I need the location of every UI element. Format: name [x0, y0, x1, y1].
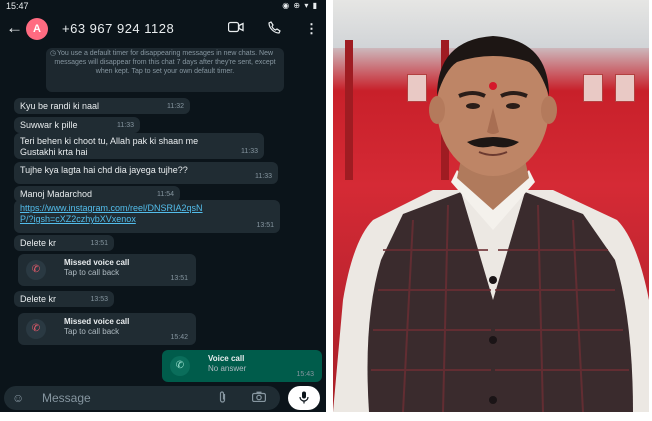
- attach-icon[interactable]: [218, 391, 227, 407]
- contact-name[interactable]: +63 967 924 1128: [62, 21, 174, 36]
- man-portrait: [333, 36, 649, 412]
- message-time: 13:53: [90, 296, 108, 303]
- status-bar: 15:47 ◉ ⊕ ▾ ▮: [0, 0, 326, 13]
- video-call-icon[interactable]: [227, 21, 244, 36]
- message-time: 11:33: [117, 122, 134, 129]
- call-title: Missed voice call: [64, 317, 130, 326]
- message-link[interactable]: https://www.instagram.com/reel/DNSRIA2qs…: [20, 203, 216, 225]
- arrow-back-icon[interactable]: ←: [6, 19, 23, 36]
- message-bubble[interactable]: Kyu be randi ki naal 11:32: [14, 98, 190, 114]
- status-icons: ◉ ⊕ ▾ ▮: [282, 1, 318, 10]
- message-text: Tujhe kya lagta hai chd dia jayega tujhe…: [20, 165, 188, 175]
- camera-icon[interactable]: [252, 391, 267, 405]
- message-time: 11:33: [241, 148, 258, 155]
- message-text: Suwwar k pille: [20, 120, 78, 130]
- missed-call-icon: ✆: [26, 319, 46, 339]
- disappearing-messages-notice[interactable]: ◷ You use a default timer for disappeari…: [46, 48, 284, 92]
- message-bubble[interactable]: Suwwar k pille 11:33: [14, 117, 140, 133]
- message-bubble[interactable]: Delete kr 13:51: [14, 235, 114, 251]
- message-time: 11:33: [255, 173, 272, 180]
- avatar[interactable]: A: [26, 18, 48, 40]
- chat-header: ← A +63 967 924 1128 ⋮: [0, 13, 326, 45]
- missed-call-bubble[interactable]: ✆ Missed voice call Tap to call back 15:…: [18, 313, 196, 345]
- message-bubble[interactable]: https://www.instagram.com/reel/DNSRIA2qs…: [14, 200, 280, 233]
- message-time: 13:51: [90, 240, 108, 247]
- message-input[interactable]: Message: [42, 391, 91, 405]
- message-text: Delete kr: [20, 294, 57, 304]
- microphone-button[interactable]: [288, 386, 320, 410]
- portrait-photo: [333, 0, 649, 412]
- missed-call-bubble[interactable]: ✆ Missed voice call Tap to call back 13:…: [18, 254, 196, 286]
- status-time: 15:47: [6, 1, 29, 11]
- call-title: Voice call: [208, 354, 245, 363]
- missed-call-icon: ✆: [26, 260, 46, 280]
- outgoing-call-bubble[interactable]: ✆ Voice call No answer 15:43: [162, 350, 322, 382]
- call-subtitle: Tap to call back: [64, 327, 120, 336]
- call-subtitle: Tap to call back: [64, 268, 120, 277]
- message-bubble[interactable]: Tujhe kya lagta hai chd dia jayega tujhe…: [14, 162, 278, 184]
- message-text: Teri behen ki choot tu, Allah pak ki sha…: [20, 136, 199, 157]
- chat-screenshot: 15:47 ◉ ⊕ ▾ ▮ ← A +63 967 924 1128 ⋮ ◷ Y…: [0, 0, 326, 412]
- timer-icon: ◷: [50, 50, 57, 57]
- call-time: 15:43: [296, 371, 314, 378]
- message-time: 11:54: [157, 191, 174, 198]
- call-subtitle: No answer: [208, 364, 247, 373]
- call-time: 15:42: [170, 334, 188, 341]
- message-bubble[interactable]: Delete kr 13:53: [14, 291, 114, 307]
- sticker-icon[interactable]: ☺: [12, 391, 24, 405]
- message-bubble[interactable]: Teri behen ki choot tu, Allah pak ki sha…: [14, 133, 264, 159]
- message-text: Kyu be randi ki naal: [20, 101, 100, 111]
- message-input-bar[interactable]: ☺ Message: [4, 386, 280, 410]
- message-text: Manoj Madarchod: [20, 189, 93, 199]
- message-time: 11:32: [167, 103, 184, 110]
- message-text: Delete kr: [20, 238, 57, 248]
- message-time: 13:51: [256, 222, 274, 229]
- voice-call-icon[interactable]: [268, 21, 281, 37]
- call-time: 13:51: [170, 275, 188, 282]
- outgoing-call-icon: ✆: [170, 356, 190, 376]
- more-vert-icon[interactable]: ⋮: [305, 21, 318, 37]
- call-title: Missed voice call: [64, 258, 130, 267]
- notice-text: You use a default timer for disappearing…: [54, 50, 276, 75]
